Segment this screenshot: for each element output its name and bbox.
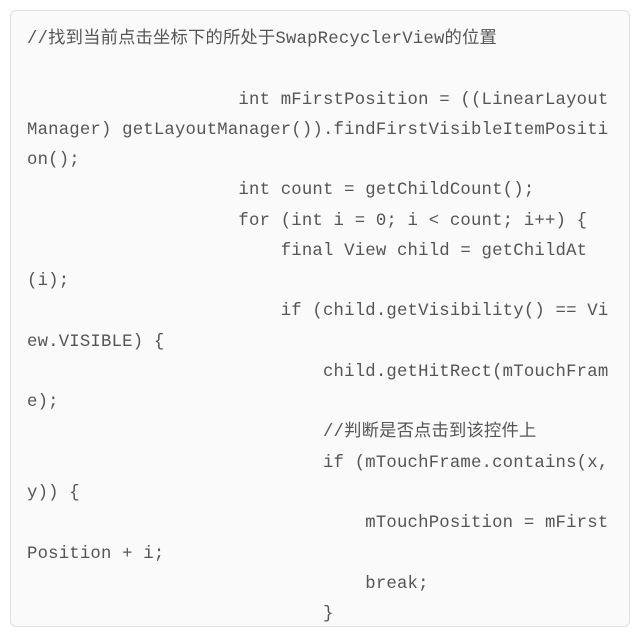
code-block: //找到当前点击坐标下的所处于SwapRecyclerView的位置 int m… bbox=[10, 10, 630, 627]
code-content: //找到当前点击坐标下的所处于SwapRecyclerView的位置 int m… bbox=[27, 25, 613, 627]
